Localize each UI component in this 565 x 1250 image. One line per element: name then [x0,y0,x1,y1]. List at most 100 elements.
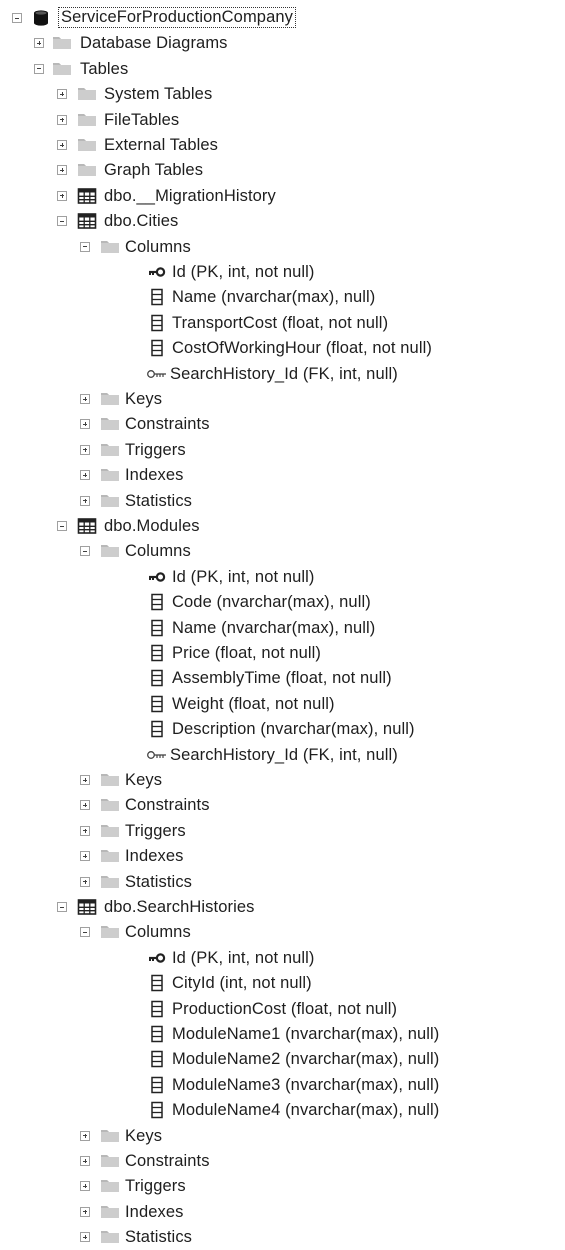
tree-cities-folder-constraints-label: Constraints [125,415,210,434]
expand-icon[interactable] [80,495,90,506]
tree-modules-columns-folder[interactable]: Columns [0,539,565,564]
tree-cities-folder-triggers[interactable]: Triggers [0,438,565,463]
tree-modules-folder-constraints[interactable]: Constraints [0,793,565,818]
tree-search-histories-column[interactable]: ModuleName3 (nvarchar(max), null) [0,1073,565,1098]
expand-icon[interactable] [57,114,67,125]
tree-root-database[interactable]: ServiceForProductionCompany [0,6,565,31]
tree-cities-column[interactable]: Name (nvarchar(max), null) [0,285,565,310]
folder-icon [100,771,120,789]
tree-table-cities[interactable]: dbo.Cities [0,209,565,234]
tree-cities-folder-constraints[interactable]: Constraints [0,412,565,437]
expand-icon[interactable] [80,419,90,430]
database-icon [32,9,52,27]
collapse-icon[interactable] [80,241,90,252]
folder-icon [52,60,72,78]
column-icon [147,974,167,992]
tree-search-histories-folder-constraints[interactable]: Constraints [0,1149,565,1174]
tree-external-tables[interactable]: External Tables [0,133,565,158]
tree-modules-column[interactable]: AssemblyTime (float, not null) [0,666,565,691]
tree-search-histories-column[interactable]: CityId (int, not null) [0,971,565,996]
collapse-icon[interactable] [57,902,67,912]
tree-modules-column[interactable]: Description (nvarchar(max), null) [0,717,565,742]
tree-cities-column[interactable]: SearchHistory_Id (FK, int, null) [0,362,565,387]
tree-modules-column[interactable]: Id (PK, int, not null) [0,565,565,590]
tree-tables[interactable]: Tables [0,57,565,82]
tree-search-histories-column[interactable]: ModuleName4 (nvarchar(max), null) [0,1098,565,1123]
tree-cities-folder-statistics[interactable]: Statistics [0,489,565,514]
tree-modules-folder-indexes[interactable]: Indexes [0,844,565,869]
tree-system-tables[interactable]: System Tables [0,82,565,107]
expand-icon[interactable] [57,140,67,150]
expand-icon[interactable] [80,1181,90,1192]
tree-search-histories-folder-statistics[interactable]: Statistics [0,1225,565,1250]
tree-cities-column[interactable]: CostOfWorkingHour (float, not null) [0,336,565,361]
tree-file-tables[interactable]: FileTables [0,108,565,133]
tree-modules-column[interactable]: Weight (float, not null) [0,692,565,717]
tree-search-histories-column[interactable]: ModuleName2 (nvarchar(max), null) [0,1047,565,1072]
folder-icon [100,1152,120,1170]
folder-icon [100,1228,120,1246]
collapse-icon[interactable] [34,63,44,74]
tree-cities-column-label: Id (PK, int, not null) [172,263,315,281]
expand-icon[interactable] [80,775,90,785]
tree-modules-column[interactable]: Name (nvarchar(max), null) [0,616,565,641]
folder-icon [52,34,72,52]
tree-modules-column-label: AssemblyTime (float, not null) [172,669,392,688]
collapse-icon[interactable] [57,521,67,531]
tree-modules-folder-triggers[interactable]: Triggers [0,819,565,844]
tree-modules-folder-statistics[interactable]: Statistics [0,870,565,895]
tree-search-histories-column[interactable]: ProductionCost (float, not null) [0,997,565,1022]
collapse-icon[interactable] [12,13,22,23]
collapse-icon[interactable] [80,927,90,938]
tree-modules-folder-keys-label: Keys [125,771,163,789]
expand-icon[interactable] [80,876,90,887]
expand-icon[interactable] [57,89,67,100]
collapse-icon[interactable] [80,546,90,557]
column-icon [147,695,167,713]
expand-icon[interactable] [80,470,90,481]
expand-icon[interactable] [80,825,90,836]
expand-icon[interactable] [80,1206,90,1217]
expand-icon[interactable] [80,1156,90,1166]
tree-modules-column[interactable]: Price (float, not null) [0,641,565,666]
tree-search-histories-folder-keys[interactable]: Keys [0,1124,565,1149]
collapse-icon[interactable] [57,216,67,227]
tree-search-histories-folder-indexes[interactable]: Indexes [0,1200,565,1225]
tree-table-migration-history-label: dbo.__MigrationHistory [104,186,276,205]
tree-modules-column-label: Id (PK, int, not null) [172,567,315,586]
foreign-key-icon [146,746,166,764]
tree-search-histories-column[interactable]: Id (PK, int, not null) [0,946,565,971]
expand-icon[interactable] [57,190,67,201]
expand-icon[interactable] [80,444,90,455]
tree-table-modules-label: dbo.Modules [104,517,200,535]
expand-icon[interactable] [80,800,90,811]
tree-table-modules[interactable]: dbo.Modules [0,514,565,539]
tree-modules-columns-folder-label: Columns [125,542,191,561]
expand-icon[interactable] [57,165,67,176]
tree-cities-folder-indexes[interactable]: Indexes [0,463,565,488]
table-icon [77,187,97,205]
folder-icon [100,1127,120,1145]
tree-database-diagrams[interactable]: Database Diagrams [0,31,565,56]
tree-modules-folder-constraints-label: Constraints [125,796,210,815]
expand-icon[interactable] [34,38,44,49]
expand-icon[interactable] [80,394,90,404]
tree-cities-folder-keys[interactable]: Keys [0,387,565,412]
tree-search-histories-column[interactable]: ModuleName1 (nvarchar(max), null) [0,1022,565,1047]
expand-icon[interactable] [80,1130,90,1141]
primary-key-icon [147,263,167,281]
tree-graph-tables[interactable]: Graph Tables [0,158,565,183]
tree-search-histories-folder-triggers[interactable]: Triggers [0,1174,565,1199]
expand-icon[interactable] [80,1232,90,1243]
tree-table-search-histories[interactable]: dbo.SearchHistories [0,895,565,920]
expand-icon[interactable] [80,851,90,862]
tree-modules-folder-keys[interactable]: Keys [0,768,565,793]
tree-cities-columns-folder[interactable]: Columns [0,235,565,260]
tree-modules-column[interactable]: SearchHistory_Id (FK, int, null) [0,743,565,768]
tree-cities-column[interactable]: Id (PK, int, not null) [0,260,565,285]
tree-search-histories-columns-folder[interactable]: Columns [0,920,565,945]
tree-modules-column[interactable]: Code (nvarchar(max), null) [0,590,565,615]
tree-cities-column[interactable]: TransportCost (float, not null) [0,311,565,336]
tree-table-migration-history[interactable]: dbo.__MigrationHistory [0,184,565,209]
column-icon [147,339,167,357]
